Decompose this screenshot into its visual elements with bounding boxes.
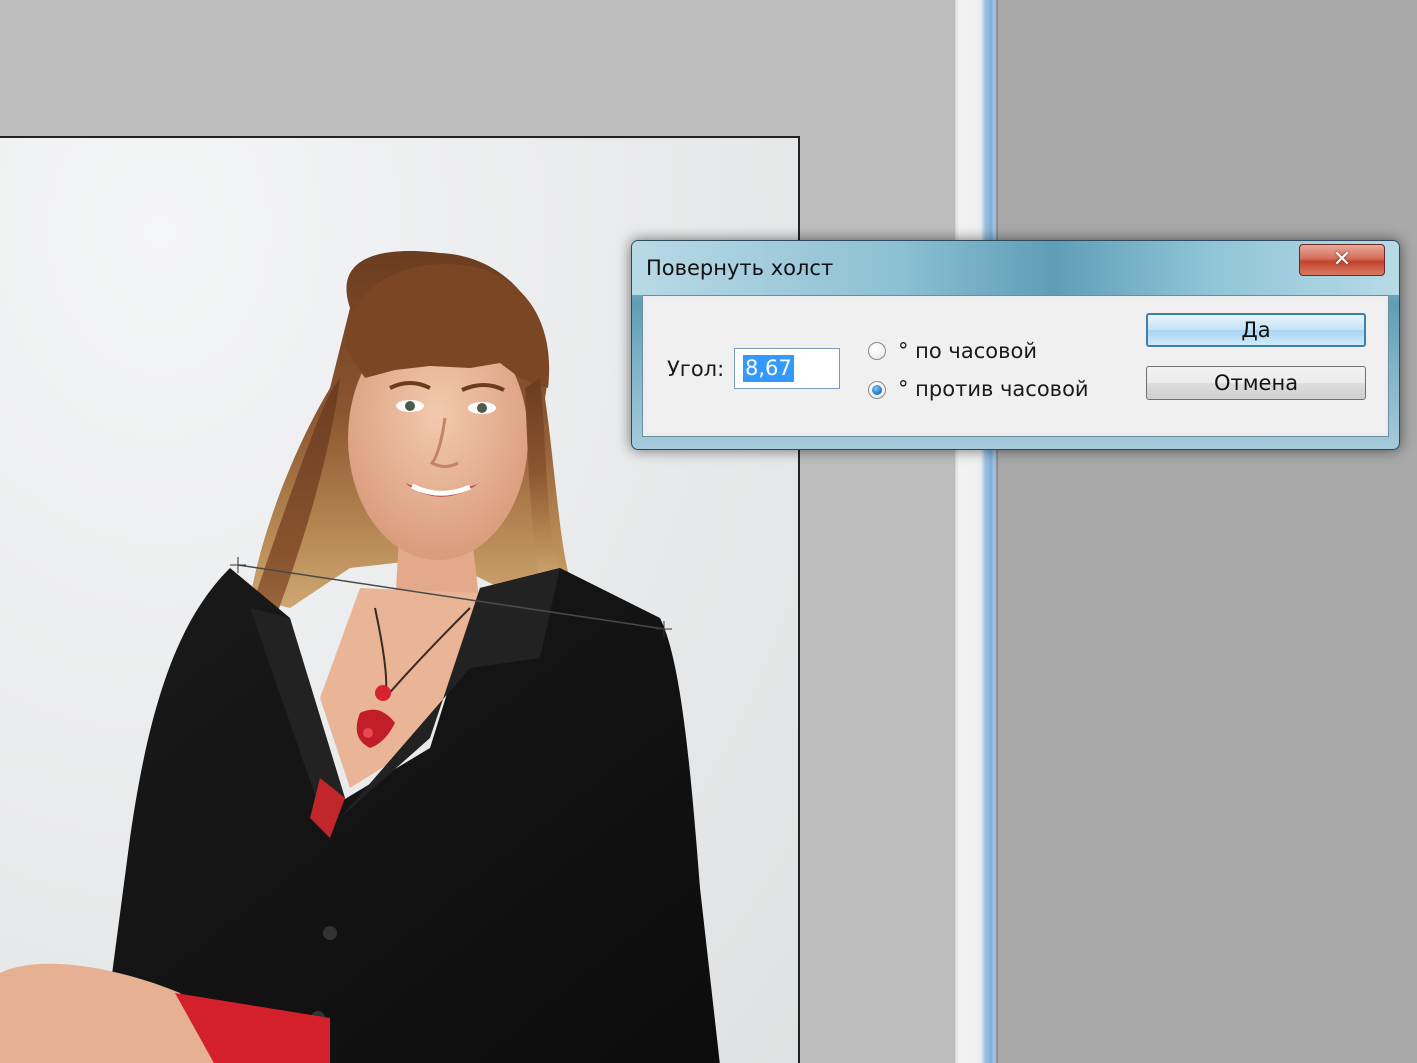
angle-input-selected-text: 8,67: [743, 355, 794, 382]
counterclockwise-radio[interactable]: [868, 381, 886, 399]
close-button[interactable]: ✕: [1299, 244, 1385, 276]
dialog-title: Повернуть холст: [646, 256, 834, 280]
workspace-right-area: [998, 0, 1417, 1063]
close-icon: ✕: [1332, 247, 1352, 272]
panel-divider[interactable]: [955, 0, 998, 1063]
dialog-body: Угол: 8,67 ° по часовой ° против часовой…: [642, 295, 1389, 437]
dialog-content: Угол: 8,67 ° по часовой ° против часовой…: [646, 299, 1385, 433]
dialog-titlebar[interactable]: Повернуть холст ✕: [632, 241, 1399, 295]
clockwise-label[interactable]: ° по часовой: [898, 339, 1037, 363]
clockwise-radio[interactable]: [868, 342, 886, 360]
rotate-canvas-dialog: Повернуть холст ✕ Угол: 8,67 ° по часово…: [631, 240, 1400, 450]
cancel-button[interactable]: Отмена: [1146, 366, 1366, 400]
counterclockwise-label[interactable]: ° против часовой: [898, 377, 1089, 401]
ok-button[interactable]: Да: [1146, 313, 1366, 347]
angle-label: Угол:: [667, 357, 725, 381]
